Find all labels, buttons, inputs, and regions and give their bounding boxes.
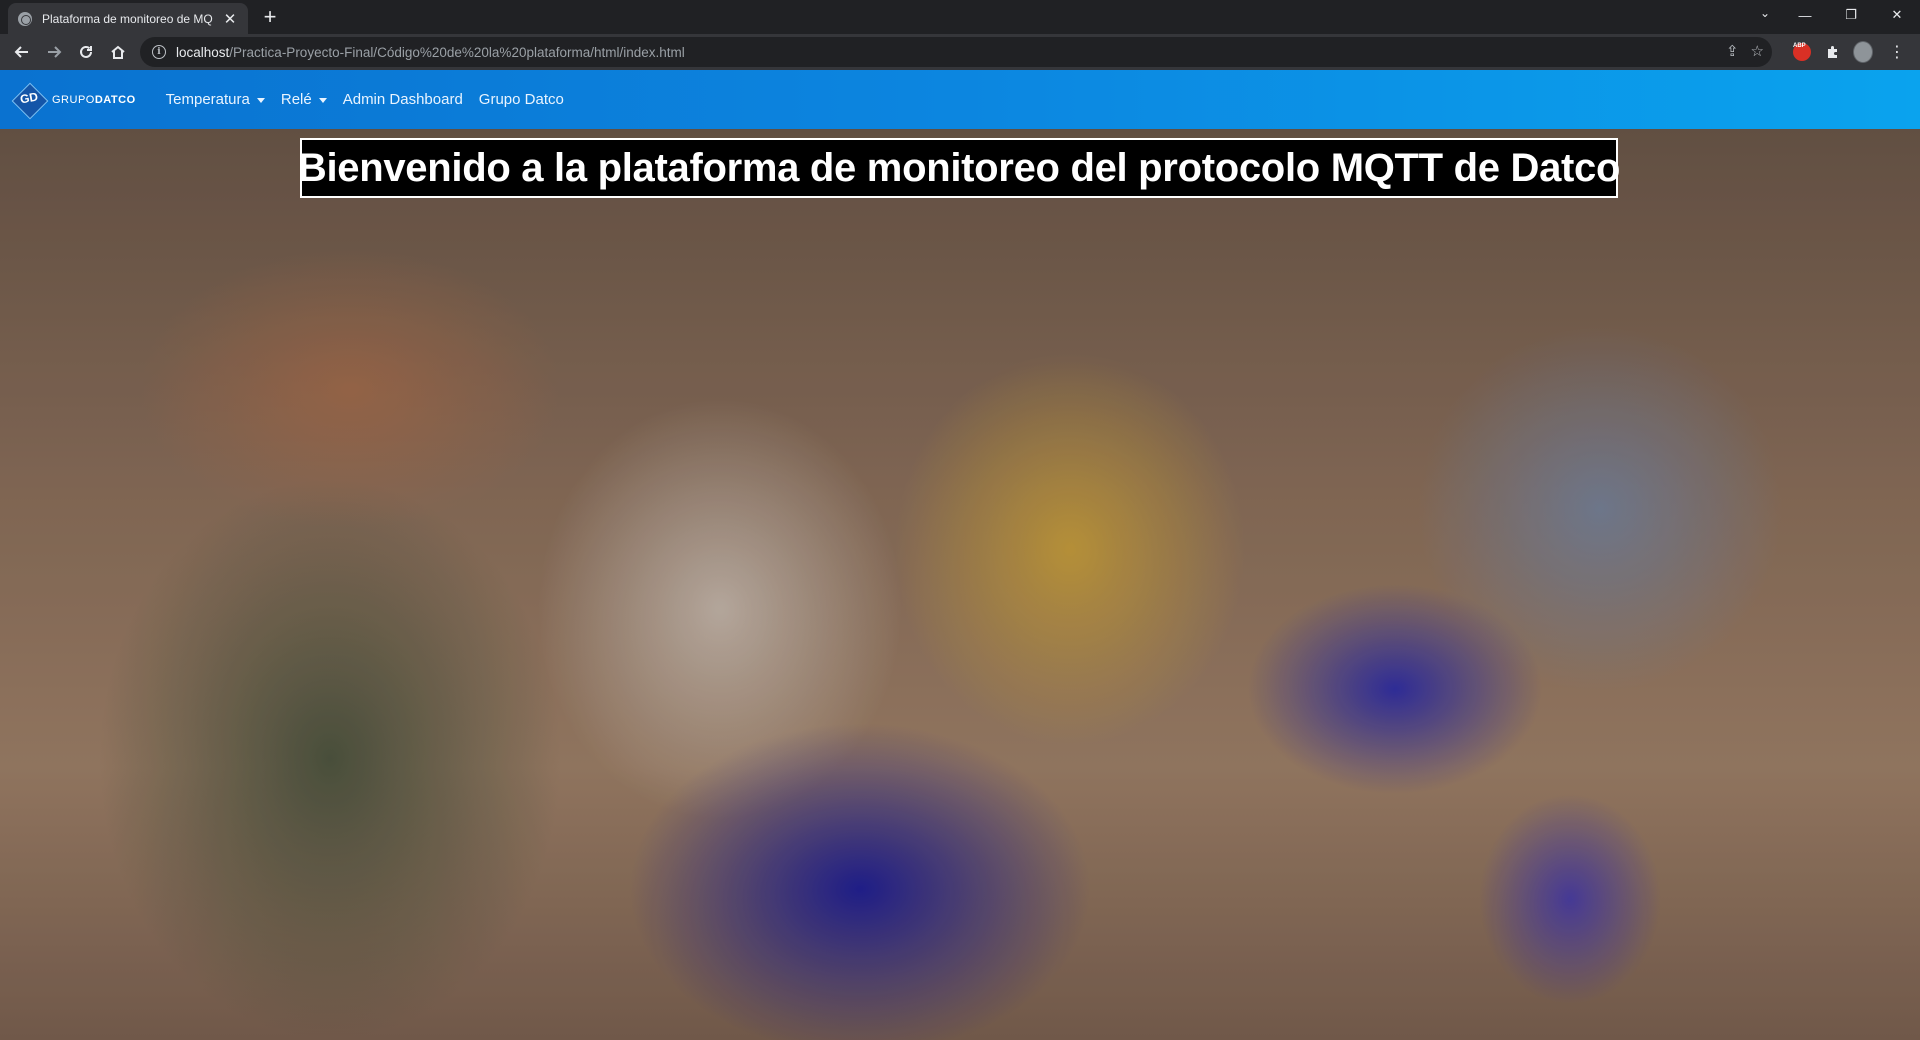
adblock-extension-icon[interactable]: ABP [1792,42,1812,62]
globe-icon [18,11,32,26]
nav-temperatura-dropdown[interactable]: Temperatura [166,91,265,108]
close-window-icon[interactable]: ✕ [1874,0,1920,30]
forward-arrow-icon[interactable] [42,40,66,64]
tab-title: Plataforma de monitoreo de MQ [42,11,213,26]
profile-avatar[interactable] [1853,41,1873,63]
tab-close-icon[interactable]: ✕ [222,10,238,28]
window-controls: — ❐ ✕ [1782,0,1920,30]
back-arrow-icon[interactable] [10,40,34,64]
nav-grupo-datco[interactable]: Grupo Datco [479,91,564,108]
info-icon[interactable]: i [152,45,166,59]
browser-tabstrip: Plataforma de monitoreo de MQ ✕ + ⌄ — ❐ … [0,0,1920,34]
reload-icon[interactable] [74,40,98,64]
tab-search-icon[interactable]: ⌄ [1760,6,1770,20]
caret-down-icon [256,98,265,103]
brand-logo[interactable]: GD GRUPODATCO [11,82,136,119]
brand-name: GRUPODATCO [52,93,136,106]
url-text: localhost/Practica-Proyecto-Final/Código… [176,44,685,60]
more-menu-icon[interactable]: ⋮ [1887,42,1907,62]
hero-background-photo: Bienvenido a la plataforma de monitoreo … [0,129,1920,1040]
bookmark-star-icon[interactable]: ☆ [1751,42,1764,60]
datco-logo-icon: GD [11,82,49,119]
nav-admin-dashboard[interactable]: Admin Dashboard [343,91,463,108]
welcome-headline: Bienvenido a la plataforma de monitoreo … [298,138,1620,198]
web-page: GD GRUPODATCO Temperatura Relé Admin Das… [0,70,1920,1040]
share-icon[interactable]: ⇪ [1726,42,1739,60]
browser-toolbar: i localhost/Practica-Proyecto-Final/Códi… [0,34,1920,70]
address-bar[interactable]: i localhost/Practica-Proyecto-Final/Códi… [140,37,1772,67]
minimize-icon[interactable]: — [1782,0,1828,30]
browser-tab[interactable]: Plataforma de monitoreo de MQ ✕ [8,3,248,34]
site-navbar: GD GRUPODATCO Temperatura Relé Admin Das… [0,70,1920,129]
nav-rele-dropdown[interactable]: Relé [281,91,327,108]
home-icon[interactable] [106,40,130,64]
caret-down-icon [318,98,327,103]
restore-icon[interactable]: ❐ [1828,0,1874,30]
new-tab-button[interactable]: + [258,6,282,30]
extensions-puzzle-icon[interactable] [1823,42,1843,62]
omnibox-actions: ⇪ ☆ [1726,42,1764,60]
